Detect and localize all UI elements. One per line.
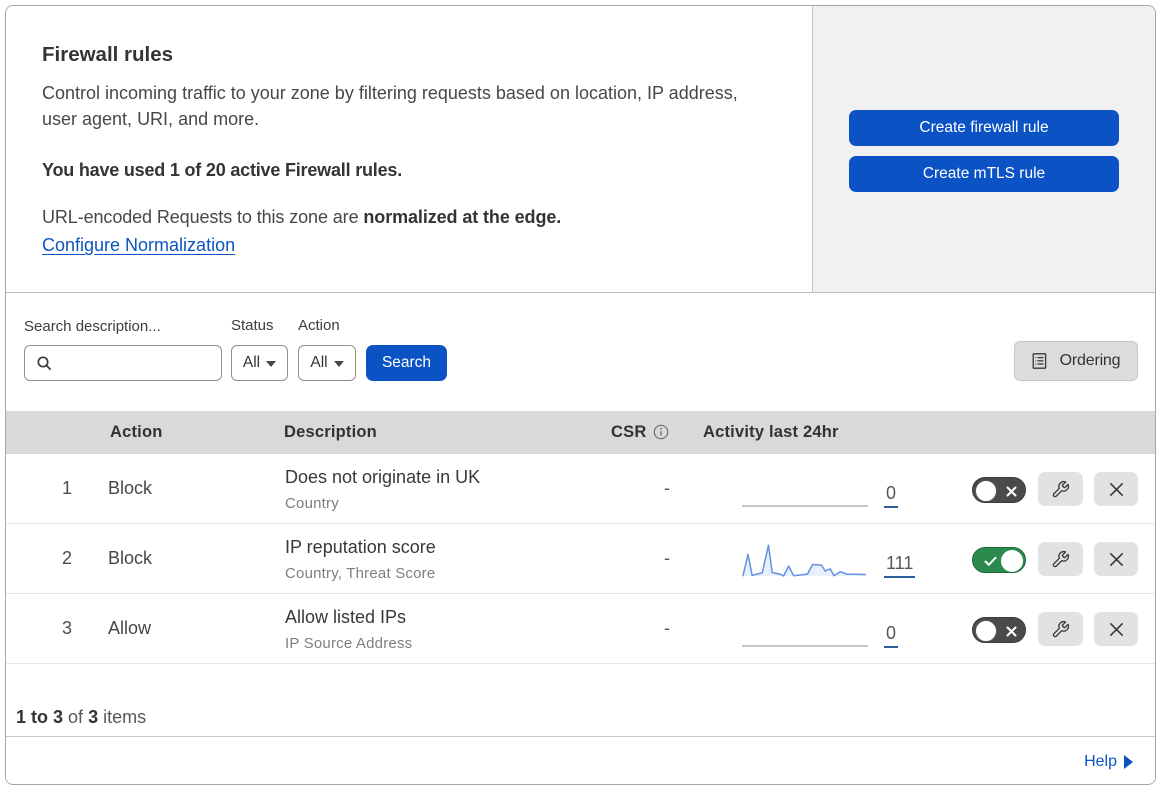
normalization-note-text: URL-encoded Requests to this zone are	[42, 207, 359, 227]
create-mtls-rule-button[interactable]: Create mTLS rule	[849, 155, 1119, 192]
items-of: of	[68, 707, 84, 727]
rule-description: Does not originate in UK	[285, 467, 481, 487]
toggle-knob	[975, 480, 997, 502]
page-description: Control incoming traffic to your zone by…	[42, 83, 738, 129]
rule-enabled-toggle[interactable]	[972, 547, 1026, 573]
status-filter-value: All	[242, 354, 261, 371]
activity-count-link[interactable]: 0	[884, 621, 899, 648]
column-header-action: Action	[110, 423, 163, 441]
rule-criteria: Country	[285, 495, 339, 512]
ordering-button-label: Ordering	[1059, 352, 1121, 369]
rule-description: IP reputation score	[285, 537, 436, 557]
cta-panel: Create firewall rule Create mTLS rule	[813, 6, 1155, 292]
usage-summary: You have used 1 of 20 active Firewall ru…	[42, 160, 403, 180]
rule-description: Allow listed IPs	[285, 607, 407, 627]
activity-sparkline	[742, 645, 868, 647]
rule-action: Allow	[108, 618, 152, 638]
chevron-down-icon	[333, 361, 344, 367]
wrench-icon	[1052, 620, 1070, 637]
chevron-down-icon	[266, 361, 277, 367]
delete-rule-button[interactable]	[1094, 612, 1138, 646]
search-label: Search description...	[24, 318, 161, 335]
rule-enabled-toggle[interactable]	[972, 477, 1026, 503]
rule-description-cell: Does not originate in UK Country	[285, 466, 480, 513]
activity-count-link[interactable]: 111	[884, 551, 916, 578]
normalization-note: URL-encoded Requests to this zone are no…	[42, 206, 561, 228]
rule-description-cell: Allow listed IPs IP Source Address	[285, 606, 412, 653]
create-firewall-rule-button[interactable]: Create firewall rule	[849, 109, 1119, 146]
wrench-icon	[1052, 550, 1070, 567]
rule-csr: -	[664, 548, 670, 568]
delete-rule-button[interactable]	[1094, 542, 1138, 576]
edit-rule-button[interactable]	[1038, 542, 1083, 576]
search-input-field[interactable]	[61, 348, 221, 378]
rule-priority: 1	[61, 478, 72, 498]
top-section: Firewall rules Control incoming traffic …	[6, 6, 1155, 293]
rule-action: Block	[108, 548, 153, 568]
edit-rule-button[interactable]	[1038, 472, 1083, 506]
configure-normalization-link[interactable]: Configure Normalization	[42, 235, 235, 255]
rule-priority: 2	[61, 548, 72, 568]
toggle-knob	[1001, 550, 1023, 572]
wrench-icon	[1052, 480, 1070, 497]
firewall-rules-card: Firewall rules Control incoming traffic …	[5, 5, 1156, 785]
action-filter-value: All	[310, 354, 328, 371]
table-footer: 1 to 3 of 3 items	[6, 664, 1155, 737]
action-filter-select[interactable]: All	[298, 345, 356, 381]
ordering-button[interactable]: Ordering	[1014, 341, 1138, 381]
close-icon	[1109, 482, 1123, 496]
x-icon	[1006, 626, 1017, 637]
activity-sparkline	[742, 544, 867, 577]
column-header-description: Description	[284, 423, 377, 441]
table-row: 3 Allow Allow listed IPs IP Source Address -…	[6, 594, 1155, 664]
action-filter-label: Action	[298, 317, 340, 334]
csr-label: CSR	[611, 423, 647, 441]
help-link[interactable]: Help	[1084, 752, 1133, 772]
activity-count-link[interactable]: 0	[884, 481, 899, 508]
items-total: 3	[88, 707, 99, 727]
delete-rule-button[interactable]	[1094, 472, 1138, 506]
close-icon	[1109, 622, 1123, 636]
intro-panel: Firewall rules Control incoming traffic …	[6, 6, 813, 292]
rule-priority: 3	[61, 618, 72, 638]
search-icon	[37, 355, 52, 370]
status-filter-select[interactable]: All	[231, 345, 288, 381]
x-icon	[1006, 486, 1017, 497]
page-title: Firewall rules	[42, 43, 174, 66]
help-arrow-icon	[1124, 755, 1133, 769]
help-bar: Help	[6, 737, 1155, 783]
edit-rule-button[interactable]	[1038, 612, 1083, 646]
info-icon[interactable]	[653, 424, 669, 440]
toggle-knob	[975, 620, 997, 642]
column-header-activity: Activity last 24hr	[703, 423, 839, 441]
activity-sparkline	[742, 505, 868, 507]
ordering-list-icon	[1032, 353, 1046, 369]
rules-table-body: 1 Block Does not originate in UK Country - 0 2…	[6, 454, 1155, 664]
column-header-csr: CSR	[611, 411, 669, 454]
rule-csr: -	[664, 618, 670, 638]
rule-criteria: Country, Threat Score	[285, 565, 436, 582]
rule-description-cell: IP reputation score Country, Threat Score	[285, 536, 436, 583]
search-button[interactable]: Search	[366, 345, 447, 381]
rule-criteria: IP Source Address	[285, 635, 413, 652]
rule-enabled-toggle[interactable]	[972, 617, 1026, 643]
close-icon	[1109, 552, 1123, 566]
rule-action: Block	[108, 478, 153, 498]
table-row: 1 Block Does not originate in UK Country - 0	[6, 454, 1155, 524]
check-icon	[984, 556, 997, 566]
table-row: 2 Block IP reputation score Country, Threat…	[6, 524, 1155, 594]
normalization-note-bold: normalized at the edge.	[363, 207, 562, 227]
items-range: 1 to 3	[16, 707, 64, 727]
items-word: items	[103, 707, 147, 727]
search-input[interactable]	[24, 345, 222, 381]
status-filter-label: Status	[231, 317, 274, 334]
help-label: Help	[1084, 753, 1117, 770]
table-header: Action Description CSR Activity last 24h…	[6, 411, 1155, 454]
filter-bar: Search description... Status All Action …	[6, 293, 1155, 411]
rule-csr: -	[664, 478, 670, 498]
items-count: 1 to 3 of 3 items	[16, 705, 146, 729]
